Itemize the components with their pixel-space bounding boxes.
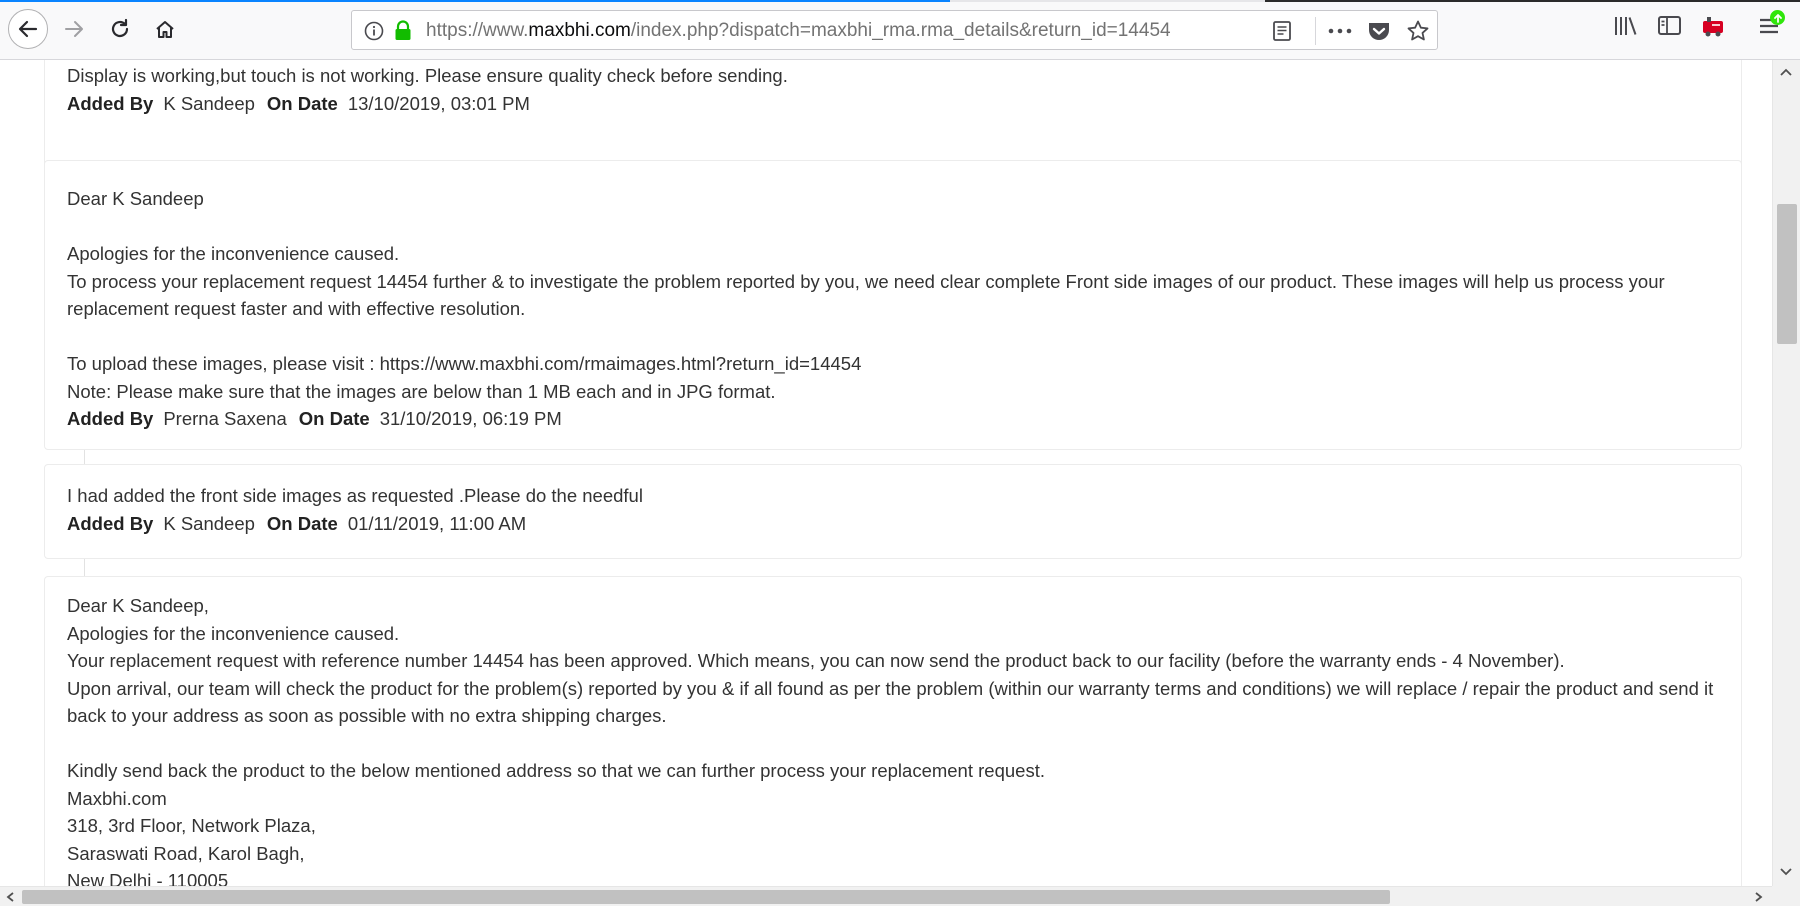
comment-text: Kindly send back the product to the belo… bbox=[67, 760, 1045, 781]
added-by-value: K Sandeep bbox=[163, 512, 255, 534]
pocket-icon[interactable] bbox=[1367, 20, 1391, 42]
on-date-value: 31/10/2019, 06:19 PM bbox=[379, 408, 562, 429]
info-icon[interactable] bbox=[364, 21, 384, 41]
address-line: Maxbhi.com bbox=[67, 787, 167, 809]
tab-edge bbox=[1265, 0, 1800, 2]
upload-instructions: To upload these images, please visit : h… bbox=[67, 353, 862, 374]
thread-connector bbox=[84, 450, 85, 464]
url-text[interactable]: https://www.maxbhi.com/index.php?dispatc… bbox=[426, 20, 1171, 42]
comment-greeting: Dear K Sandeep, bbox=[67, 595, 209, 616]
url-prefix: https://www. bbox=[426, 20, 529, 41]
scroll-up-icon[interactable] bbox=[1779, 66, 1793, 78]
on-date-label: On Date bbox=[266, 92, 338, 114]
scroll-left-icon[interactable] bbox=[5, 891, 17, 903]
reload-icon bbox=[111, 18, 129, 38]
url-path: /index.php?dispatch=maxbhi_rma.rma_detai… bbox=[630, 20, 1171, 41]
comment-card: I had added the front side images as req… bbox=[44, 464, 1742, 559]
scroll-down-icon[interactable] bbox=[1779, 866, 1793, 878]
comment-text: Apologies for the inconvenience caused. bbox=[67, 243, 400, 264]
arrow-right-icon bbox=[65, 21, 83, 37]
added-by-label: Added By bbox=[67, 408, 154, 429]
on-date-value: 01/11/2019, 11:00 AM bbox=[347, 512, 527, 534]
page-viewport: Display is working,but touch is not work… bbox=[0, 60, 1772, 886]
on-date-label: On Date bbox=[266, 512, 338, 534]
comment-greeting: Dear K Sandeep bbox=[67, 188, 204, 209]
vertical-scroll-thumb[interactable] bbox=[1777, 204, 1797, 344]
home-icon bbox=[156, 21, 174, 38]
comment-text: Upon arrival, our team will check the pr… bbox=[67, 677, 1714, 727]
vertical-scrollbar[interactable] bbox=[1772, 60, 1800, 886]
address-line: Saraswati Road, Karol Bagh, bbox=[67, 842, 305, 864]
urlbar-separator bbox=[1315, 17, 1316, 45]
library-icon[interactable] bbox=[1613, 14, 1639, 38]
comment-meta: Added By Prerna Saxena On Date 31/10/2019, … bbox=[67, 405, 1719, 433]
comment-note: Note: Please make sure that the images a… bbox=[67, 380, 776, 402]
reader-view-icon[interactable] bbox=[1272, 20, 1292, 42]
comment-text: I had added the front side images as req… bbox=[67, 485, 643, 506]
forward-button[interactable] bbox=[55, 10, 93, 48]
thread-connector bbox=[84, 559, 85, 576]
browser-toolbar: https://www.maxbhi.com/index.php?dispatc… bbox=[0, 0, 1800, 60]
address-line: 318, 3rd Floor, Network Plaza, bbox=[67, 815, 316, 836]
bookmark-star-icon[interactable] bbox=[1406, 19, 1430, 43]
comment-meta: Added By K Sandeep On Date 13/10/2019, 03:0… bbox=[67, 90, 1719, 118]
home-button[interactable] bbox=[146, 10, 184, 48]
url-domain: maxbhi.com bbox=[528, 20, 631, 41]
update-available-badge[interactable] bbox=[1770, 10, 1785, 25]
comment-card: Dear K Sandeep Apologies for the inconve… bbox=[44, 160, 1742, 450]
extension-icon[interactable] bbox=[1701, 14, 1727, 38]
added-by-value: Prerna Saxena bbox=[163, 408, 287, 429]
sidebar-toggle-icon[interactable] bbox=[1657, 14, 1683, 38]
more-actions-icon[interactable] bbox=[1327, 20, 1353, 42]
address-bar[interactable]: https://www.maxbhi.com/index.php?dispatc… bbox=[351, 10, 1438, 50]
comment-text: Your replacement request with reference … bbox=[67, 650, 1565, 671]
comment-meta: Added By K Sandeep On Date 01/11/2019, 11:0… bbox=[67, 510, 1719, 538]
scroll-right-icon[interactable] bbox=[1752, 891, 1764, 903]
address-line: New Delhi - 110005 bbox=[67, 870, 229, 886]
added-by-label: Added By bbox=[67, 92, 154, 114]
back-button[interactable] bbox=[8, 9, 48, 49]
on-date-value: 13/10/2019, 03:01 PM bbox=[347, 92, 530, 114]
comment-text: Display is working,but touch is not work… bbox=[67, 65, 788, 86]
arrow-left-icon bbox=[18, 20, 38, 38]
on-date-label: On Date bbox=[298, 408, 370, 429]
added-by-label: Added By bbox=[67, 512, 154, 534]
added-by-value: K Sandeep bbox=[163, 92, 255, 114]
tab-strip-edge bbox=[0, 0, 1800, 2]
loading-progress bbox=[0, 0, 950, 2]
comment-text: To process your replacement request 1445… bbox=[67, 270, 1665, 320]
arrow-up-icon bbox=[1773, 13, 1782, 23]
horizontal-scrollbar[interactable] bbox=[0, 886, 1772, 906]
reload-button[interactable] bbox=[101, 10, 139, 48]
scrollbar-corner bbox=[1772, 886, 1800, 906]
lock-icon[interactable] bbox=[393, 20, 413, 42]
rma-comments-thread: Display is working,but touch is not work… bbox=[14, 60, 1764, 886]
comment-text: Apologies for the inconvenience caused. bbox=[67, 622, 400, 644]
comment-card: Dear K Sandeep, Apologies for the inconv… bbox=[44, 576, 1742, 886]
horizontal-scroll-thumb[interactable] bbox=[22, 890, 1390, 904]
